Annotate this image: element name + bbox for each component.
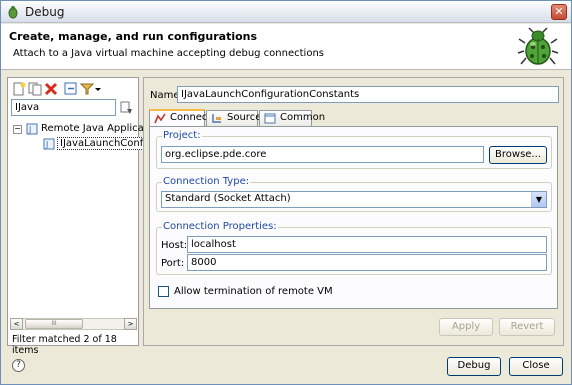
chevron-down-icon[interactable]: ▼ [531, 192, 546, 207]
port-input[interactable] [187, 254, 547, 271]
connection-type-group: Connection Type: Standard (Socket Attach… [156, 176, 552, 212]
allow-termination-checkbox[interactable] [158, 286, 169, 297]
connection-type-legend: Connection Type: [162, 176, 251, 187]
config-toolbar [12, 81, 132, 99]
browse-button[interactable]: Browse... [489, 146, 547, 164]
duplicate-icon[interactable] [28, 82, 42, 96]
clear-filter-icon[interactable] [120, 101, 134, 115]
tab-label: Source [227, 112, 262, 123]
filter-icon[interactable] [80, 82, 94, 96]
tree-item-remote-java-application[interactable]: − J Remote Java Application [11, 122, 163, 137]
filter-status-text: Filter matched 2 of 18 items [12, 334, 117, 356]
connection-properties-legend: Connection Properties: [162, 221, 278, 232]
collapse-icon[interactable]: − [13, 125, 22, 134]
help-icon[interactable]: ? [12, 359, 25, 372]
header-banner: Create, manage, and run configurations A… [1, 24, 571, 70]
connect-icon [154, 113, 166, 124]
tab-connect[interactable]: Connect [149, 109, 211, 126]
bug-icon [517, 27, 559, 65]
project-group: Project: Browse... [156, 130, 552, 169]
tab-label: Common [280, 112, 326, 123]
name-input[interactable] [177, 86, 559, 103]
window-title: Debug [25, 5, 65, 19]
configuration-list-panel: − J Remote Java Application J IJavaLaunc… [7, 77, 166, 356]
debug-app-icon [8, 6, 18, 19]
connection-properties-group: Connection Properties: Host: Port: [156, 221, 552, 275]
connect-tab-content: Project: Browse... Connection Type: Stan… [149, 126, 558, 309]
port-label: Port: [161, 258, 185, 269]
allow-termination-label[interactable]: Allow termination of remote VM [174, 286, 333, 297]
config-tree: − J Remote Java Application J IJavaLaunc… [11, 122, 166, 152]
svg-text:J: J [45, 140, 48, 149]
scroll-right-button[interactable]: > [124, 318, 137, 330]
revert-button[interactable]: Revert [499, 318, 555, 336]
host-input[interactable] [187, 236, 547, 253]
collapse-all-icon[interactable] [64, 82, 78, 96]
remote-java-app-icon: J [26, 123, 38, 135]
remote-java-config-icon: J [43, 138, 55, 150]
tree-item-ijavalaunchconfiguration[interactable]: J IJavaLaunchConfigur [11, 137, 166, 152]
debug-button[interactable]: Debug [447, 357, 501, 376]
close-window-button[interactable]: ✕ [551, 4, 567, 20]
horizontal-scrollbar[interactable]: < III > [10, 318, 137, 330]
debug-dialog: Debug ✕ Create, manage, and run configur… [0, 0, 572, 385]
connection-type-select[interactable]: Standard (Socket Attach) ▼ [161, 191, 547, 208]
svg-text:J: J [28, 125, 31, 134]
source-icon [212, 114, 221, 123]
connection-type-value: Standard (Socket Attach) [165, 193, 291, 204]
delete-icon[interactable] [44, 82, 58, 96]
scroll-left-button[interactable]: < [10, 318, 23, 330]
new-config-icon[interactable] [12, 82, 26, 96]
filter-input[interactable] [11, 99, 116, 116]
project-input[interactable] [161, 146, 484, 163]
close-button[interactable]: Close [509, 357, 563, 376]
title-bar: Debug ✕ [1, 1, 571, 23]
banner-heading: Create, manage, and run configurations [9, 30, 258, 43]
banner-subtitle: Attach to a Java virtual machine accepti… [13, 48, 324, 59]
dropdown-arrow-icon[interactable] [94, 82, 102, 96]
project-legend: Project: [162, 130, 202, 141]
configuration-editor-panel: Name: Connect Source [143, 77, 564, 346]
tab-common[interactable]: Common [259, 110, 325, 126]
tab-source[interactable]: Source [206, 110, 262, 126]
common-icon [264, 113, 276, 124]
scroll-thumb[interactable]: III [25, 319, 83, 329]
apply-button[interactable]: Apply [439, 318, 493, 336]
host-label: Host: [161, 240, 188, 251]
